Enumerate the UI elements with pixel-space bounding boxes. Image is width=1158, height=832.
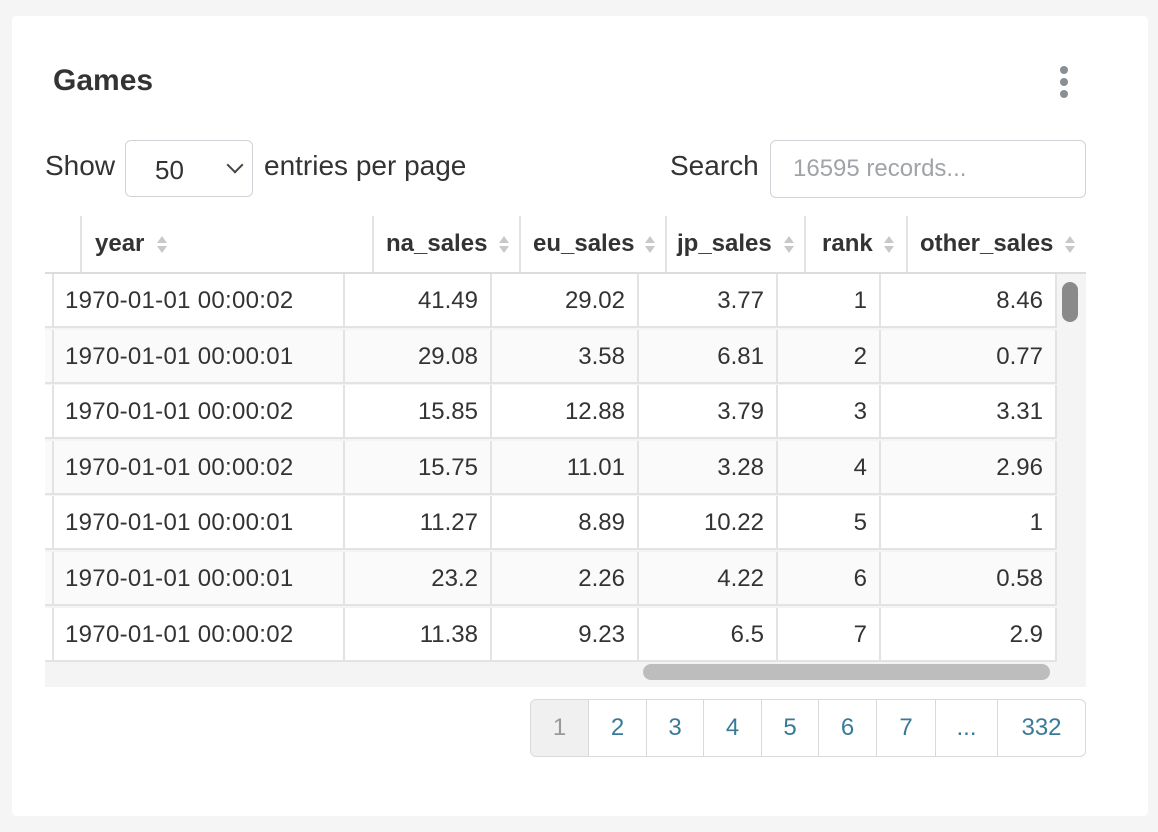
column-header-label: na_sales [386,230,488,257]
cell-year: 1970-01-01 00:00:01 [52,330,343,384]
cell-na-sales: 29.08 [343,330,490,384]
chevron-down-icon [226,156,244,174]
cell-na-sales: 41.49 [343,274,490,328]
table-header: year na_sales eu_sales jp_sales rank oth… [45,216,1086,272]
table-body[interactable]: 1970-01-01 00:00:02 41.49 29.02 3.77 1 8… [45,274,1086,687]
cell-jp-sales: 10.22 [637,496,776,550]
column-header-year[interactable]: year [80,216,375,272]
page-button-3[interactable]: 3 [646,700,703,756]
table-row: 1970-01-01 00:00:01 11.27 8.89 10.22 5 1 [45,496,1057,550]
cell-jp-sales: 6.81 [637,330,776,384]
cell-eu-sales: 29.02 [490,274,637,328]
sort-icon [644,236,656,256]
cell-other-sales: 1 [879,496,1057,550]
horizontal-scrollbar[interactable] [643,664,1050,680]
cell-year: 1970-01-01 00:00:01 [52,552,343,606]
cell-rank: 4 [776,441,879,495]
sort-icon [1064,236,1076,256]
cell-other-sales: 3.31 [879,385,1057,439]
sort-icon [883,236,895,256]
cell-other-sales: 2.96 [879,441,1057,495]
cell-other-sales: 0.77 [879,330,1057,384]
page-button-5[interactable]: 5 [761,700,818,756]
cell-na-sales: 11.38 [343,608,490,662]
table-row: 1970-01-01 00:00:01 23.2 2.26 4.22 6 0.5… [45,552,1057,606]
cell-rank: 6 [776,552,879,606]
page-size-select[interactable]: 50 [125,140,253,197]
page-button-2[interactable]: 2 [588,700,646,756]
cell-year: 1970-01-01 00:00:02 [52,385,343,439]
kebab-menu-icon[interactable] [1056,64,1072,100]
cell-year: 1970-01-01 00:00:02 [52,608,343,662]
table-row: 1970-01-01 00:00:02 15.75 11.01 3.28 4 2… [45,441,1057,495]
cell-year: 1970-01-01 00:00:01 [52,496,343,550]
cell-eu-sales: 3.58 [490,330,637,384]
cell-rank: 2 [776,330,879,384]
sort-icon [156,236,168,256]
cell-other-sales: 2.9 [879,608,1057,662]
page-button-7[interactable]: 7 [876,700,935,756]
table-row: 1970-01-01 00:00:02 41.49 29.02 3.77 1 8… [45,274,1057,328]
pagination: 1 2 3 4 5 6 7 ... 332 [530,699,1086,757]
cell-jp-sales: 3.28 [637,441,776,495]
cell-jp-sales: 3.79 [637,385,776,439]
cell-eu-sales: 8.89 [490,496,637,550]
column-header-label: year [95,230,145,257]
cell-year: 1970-01-01 00:00:02 [52,274,343,328]
panel-title: Games [53,64,154,97]
cell-other-sales: 0.58 [879,552,1057,606]
table-row: 1970-01-01 00:00:02 15.85 12.88 3.79 3 3… [45,385,1057,439]
page-size-value: 50 [155,155,184,185]
cell-rank: 5 [776,496,879,550]
column-header-label: jp_sales [677,230,772,257]
cell-rank: 1 [776,274,879,328]
games-panel: Games Show 50 entries per page Search ye… [12,16,1148,816]
page-button-1[interactable]: 1 [531,700,588,756]
show-label: Show [45,150,116,181]
cell-eu-sales: 12.88 [490,385,637,439]
cell-eu-sales: 11.01 [490,441,637,495]
table-row: 1970-01-01 00:00:02 11.38 9.23 6.5 7 2.9 [45,608,1057,662]
page-ellipsis[interactable]: ... [935,700,997,756]
cell-year: 1970-01-01 00:00:02 [52,441,343,495]
cell-eu-sales: 9.23 [490,608,637,662]
column-header-jp-sales[interactable]: jp_sales [665,216,805,272]
per-page-label: entries per page [264,150,467,181]
table-row: 1970-01-01 00:00:01 29.08 3.58 6.81 2 0.… [45,330,1057,384]
cell-rank: 7 [776,608,879,662]
page-button-last[interactable]: 332 [997,700,1085,756]
cell-eu-sales: 2.26 [490,552,637,606]
column-header-label: rank [822,230,873,257]
column-header-label: other_sales [920,230,1054,257]
page-button-4[interactable]: 4 [703,700,761,756]
cell-jp-sales: 4.22 [637,552,776,606]
column-header-other-sales[interactable]: other_sales [906,216,1086,272]
cell-na-sales: 11.27 [343,496,490,550]
sort-icon [783,236,795,256]
sort-icon [498,236,510,256]
cell-jp-sales: 6.5 [637,608,776,662]
cell-na-sales: 23.2 [343,552,490,606]
column-header-na-sales[interactable]: na_sales [372,216,519,272]
vertical-scrollbar[interactable] [1062,282,1078,322]
column-header-rank[interactable]: rank [804,216,907,272]
cell-rank: 3 [776,385,879,439]
column-header-eu-sales[interactable]: eu_sales [519,216,666,272]
column-header-label: eu_sales [533,230,635,257]
search-input[interactable] [770,140,1086,198]
page-button-6[interactable]: 6 [818,700,876,756]
cell-other-sales: 8.46 [879,274,1057,328]
cell-na-sales: 15.85 [343,385,490,439]
header-spacer [45,216,54,272]
cell-jp-sales: 3.77 [637,274,776,328]
cell-na-sales: 15.75 [343,441,490,495]
search-label: Search [670,150,759,181]
